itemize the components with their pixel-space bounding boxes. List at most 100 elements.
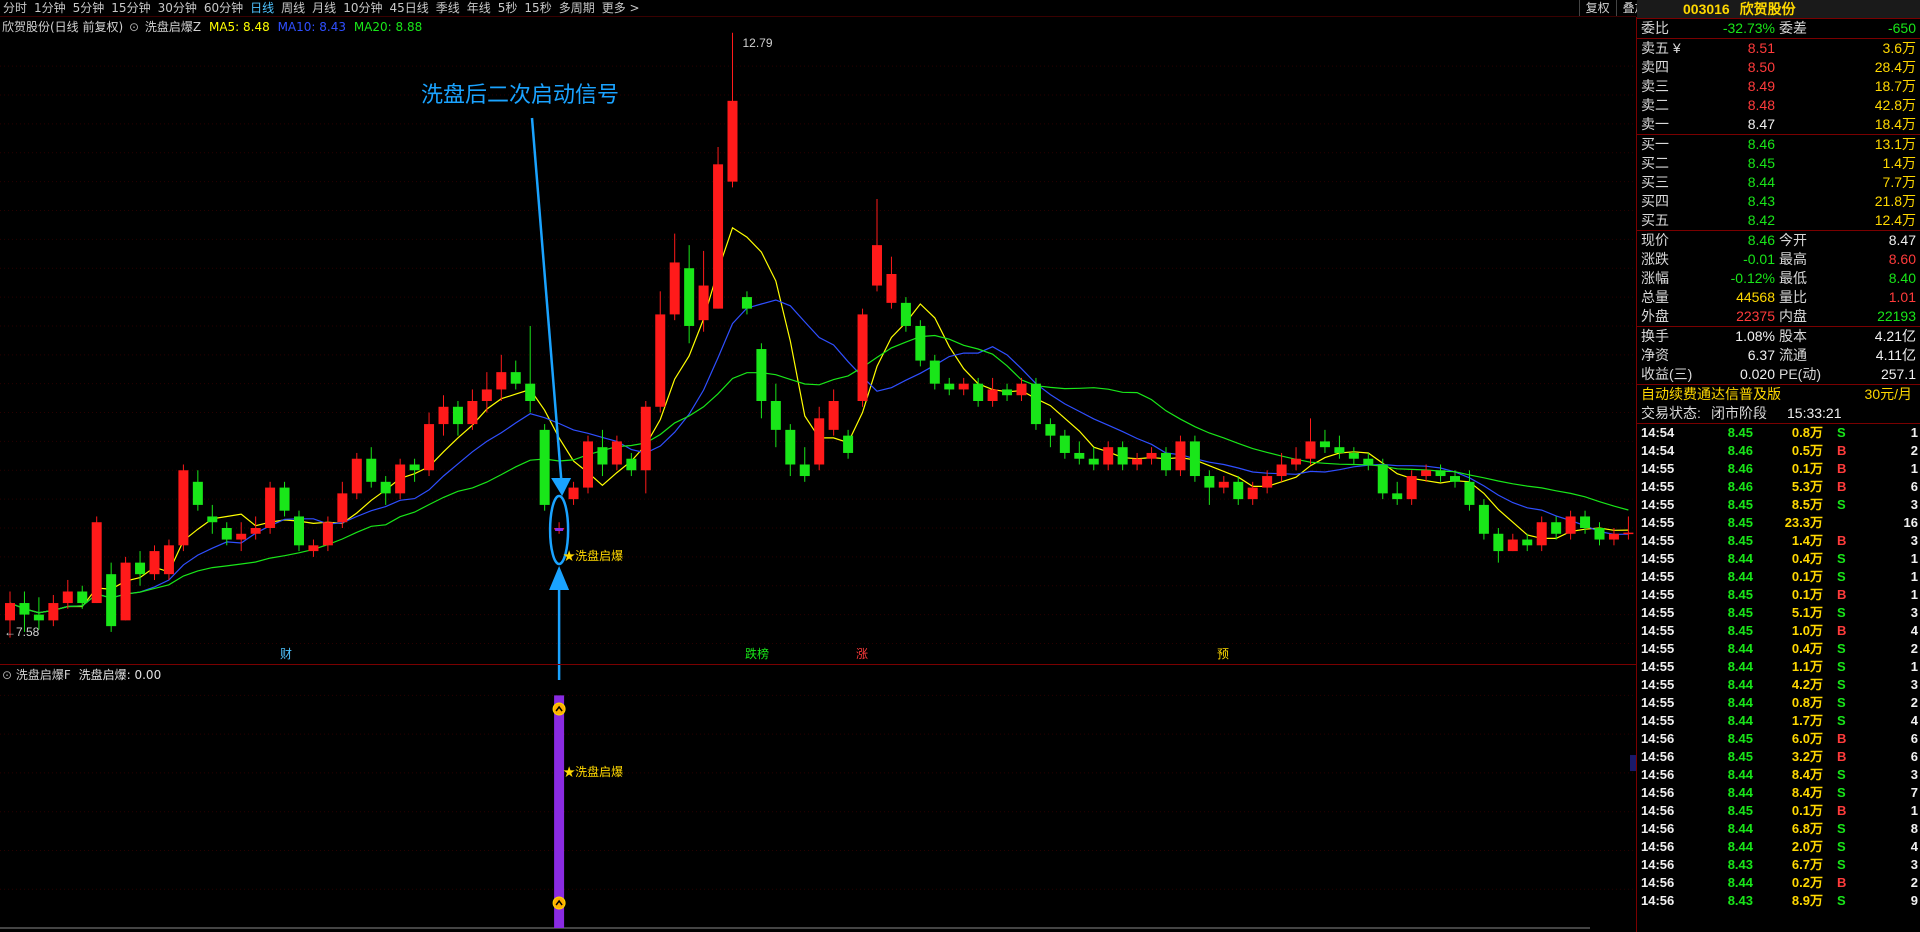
tick-row[interactable]: 14:55 8.46 0.1万 B 1 [1637,460,1920,478]
tick-count: 6 [1910,479,1918,494]
tick-row[interactable]: 14:56 8.44 8.4万 S 3 [1637,766,1920,784]
signal-label: ★洗盘启爆 [563,548,623,563]
candle-body [163,545,174,575]
tick-row[interactable]: 14:56 8.44 6.8万 S 8 [1637,820,1920,838]
candle-body [265,487,276,528]
sell-order-volume: 28.4万 [1874,59,1916,75]
tick-row[interactable]: 14:55 8.45 5.1万 S 3 [1637,604,1920,622]
tick-count: 8 [1910,821,1918,836]
tick-price: 8.44 [1727,659,1753,674]
tick-time: 14:56 [1641,785,1675,800]
candle-body [1421,470,1432,477]
sell-order-price: 8.50 [1747,59,1775,75]
tick-time: 14:55 [1641,677,1675,692]
candle-body [351,458,362,494]
candle-body [1493,533,1504,552]
candle-body [756,349,767,401]
tick-side: S [1837,677,1846,692]
candle-body [698,285,709,321]
promo-price[interactable]: 30元/月 [1865,385,1912,404]
candle-body [467,401,478,425]
candle-body [192,481,203,505]
tick-price: 8.45 [1727,515,1753,530]
stat-value: 0.020 [1739,366,1775,382]
candle-body [33,614,44,621]
tick-row[interactable]: 14:54 8.45 0.8万 S 1 [1637,424,1920,442]
candle-body [799,464,810,477]
stat-label: 总量 [1641,289,1669,305]
tick-row[interactable]: 14:55 8.45 1.0万 B 4 [1637,622,1920,640]
low-price-label: ←7.58 [4,625,40,639]
buy-order-label: 买三 [1641,174,1669,190]
tick-row[interactable]: 14:56 8.43 8.9万 S 9 [1637,892,1920,910]
tick-row[interactable]: 14:55 8.45 8.5万 S 3 [1637,496,1920,514]
sell-order-volume: 42.8万 [1874,97,1916,113]
candle-body [337,493,348,523]
sell-order-volume: 3.6万 [1882,40,1916,56]
candle-body [178,470,189,546]
stat-label: 股本 [1779,328,1807,344]
tick-row[interactable]: 14:56 8.44 8.4万 S 7 [1637,784,1920,802]
tick-volume: 0.2万 [1791,875,1823,890]
candle-body [655,314,666,407]
tick-row[interactable]: 14:55 8.44 0.8万 S 2 [1637,694,1920,712]
candle-body [1319,441,1330,448]
signal-bar [554,695,565,928]
tick-row[interactable]: 14:56 8.45 0.1万 B 1 [1637,802,1920,820]
sell-order-price: 8.48 [1747,97,1775,113]
candle-body [250,528,261,534]
tick-price: 8.45 [1727,425,1753,440]
stat-label: 换手 [1641,328,1669,344]
sell-order-volume: 18.4万 [1874,116,1916,132]
tick-count: 7 [1910,785,1918,800]
stat-label: PE(动) [1779,366,1821,382]
candle-body [1305,441,1316,459]
tick-row[interactable]: 14:55 8.44 0.4万 S 2 [1637,640,1920,658]
tick-count: 3 [1910,857,1918,872]
tick-row[interactable]: 14:56 8.44 0.2万 B 2 [1637,874,1920,892]
tick-count: 1 [1910,569,1918,584]
candle-body [611,441,622,465]
tick-row[interactable]: 14:55 8.46 5.3万 B 6 [1637,478,1920,496]
status-time: 15:33:21 [1787,405,1842,421]
tick-row[interactable]: 14:55 8.44 1.1万 S 1 [1637,658,1920,676]
tick-side: B [1837,443,1847,458]
candle-body [1348,452,1359,459]
stat-value: 22375 [1736,308,1775,324]
candle-body [770,401,781,430]
tick-price: 8.45 [1727,605,1753,620]
kline-chart[interactable]: 洗盘后二次启动信号★洗盘启爆12.79←7.58财跌榜涨预★洗盘启爆 12.50… [0,0,1636,932]
sell-order-label: 卖五 ¥ [1641,40,1681,56]
tick-row[interactable]: 14:55 8.45 23.3万 16 [1637,514,1920,532]
sell-order-row: 卖一 8.47 18.4万 [1637,115,1920,134]
buy-order-row: 买五 8.42 12.4万 [1637,211,1920,230]
tick-row[interactable]: 14:56 8.45 3.2万 B 6 [1637,748,1920,766]
tick-row[interactable]: 14:55 8.44 0.1万 S 1 [1637,568,1920,586]
tick-row[interactable]: 14:56 8.45 6.0万 B 6 [1637,730,1920,748]
tick-row[interactable]: 14:55 8.44 4.2万 S 3 [1637,676,1920,694]
candle-body [1030,383,1041,425]
tick-count: 2 [1910,443,1918,458]
buy-order-label: 买一 [1641,136,1669,152]
sell-orders: 卖五 ¥ 8.51 3.6万 卖四 8.50 28.4万 卖三 8.49 18.7万 卖二 8.48… [1637,39,1920,134]
tick-row[interactable]: 14:55 8.45 1.4万 B 3 [1637,532,1920,550]
tick-row[interactable]: 14:54 8.46 0.5万 B 2 [1637,442,1920,460]
signal-bottom-icon [552,896,566,910]
stat-label: 量比 [1779,289,1807,305]
tick-time: 14:55 [1641,695,1675,710]
promo-text[interactable]: 自动续费通达信普及版 [1641,385,1781,404]
tick-row[interactable]: 14:56 8.44 2.0万 S 4 [1637,838,1920,856]
tick-row[interactable]: 14:55 8.44 1.7万 S 4 [1637,712,1920,730]
promo-row[interactable]: 自动续费通达信普及版 30元/月 [1637,385,1920,404]
sub-indicator-name[interactable]: 洗盘启爆F [16,668,71,682]
tick-time: 14:56 [1641,893,1675,908]
tick-list[interactable]: 14:54 8.45 0.8万 S 1 14:54 8.46 0.5万 B 2 14:55 8.46 0… [1637,424,1920,910]
sub-indicator-toggle-icon[interactable]: ⊙ [2,668,12,682]
tick-row[interactable]: 14:55 8.44 0.4万 S 1 [1637,550,1920,568]
tick-row[interactable]: 14:56 8.43 6.7万 S 3 [1637,856,1920,874]
tick-row[interactable]: 14:55 8.45 0.1万 B 1 [1637,586,1920,604]
tick-time: 14:56 [1641,803,1675,818]
stat-row: 总量 44568 量比 1.01 [1637,288,1920,307]
tick-side: S [1837,569,1846,584]
buy-orders: 买一 8.46 13.1万 买二 8.45 1.4万 买三 8.44 7.7万 买四 8.43 21.… [1637,135,1920,230]
